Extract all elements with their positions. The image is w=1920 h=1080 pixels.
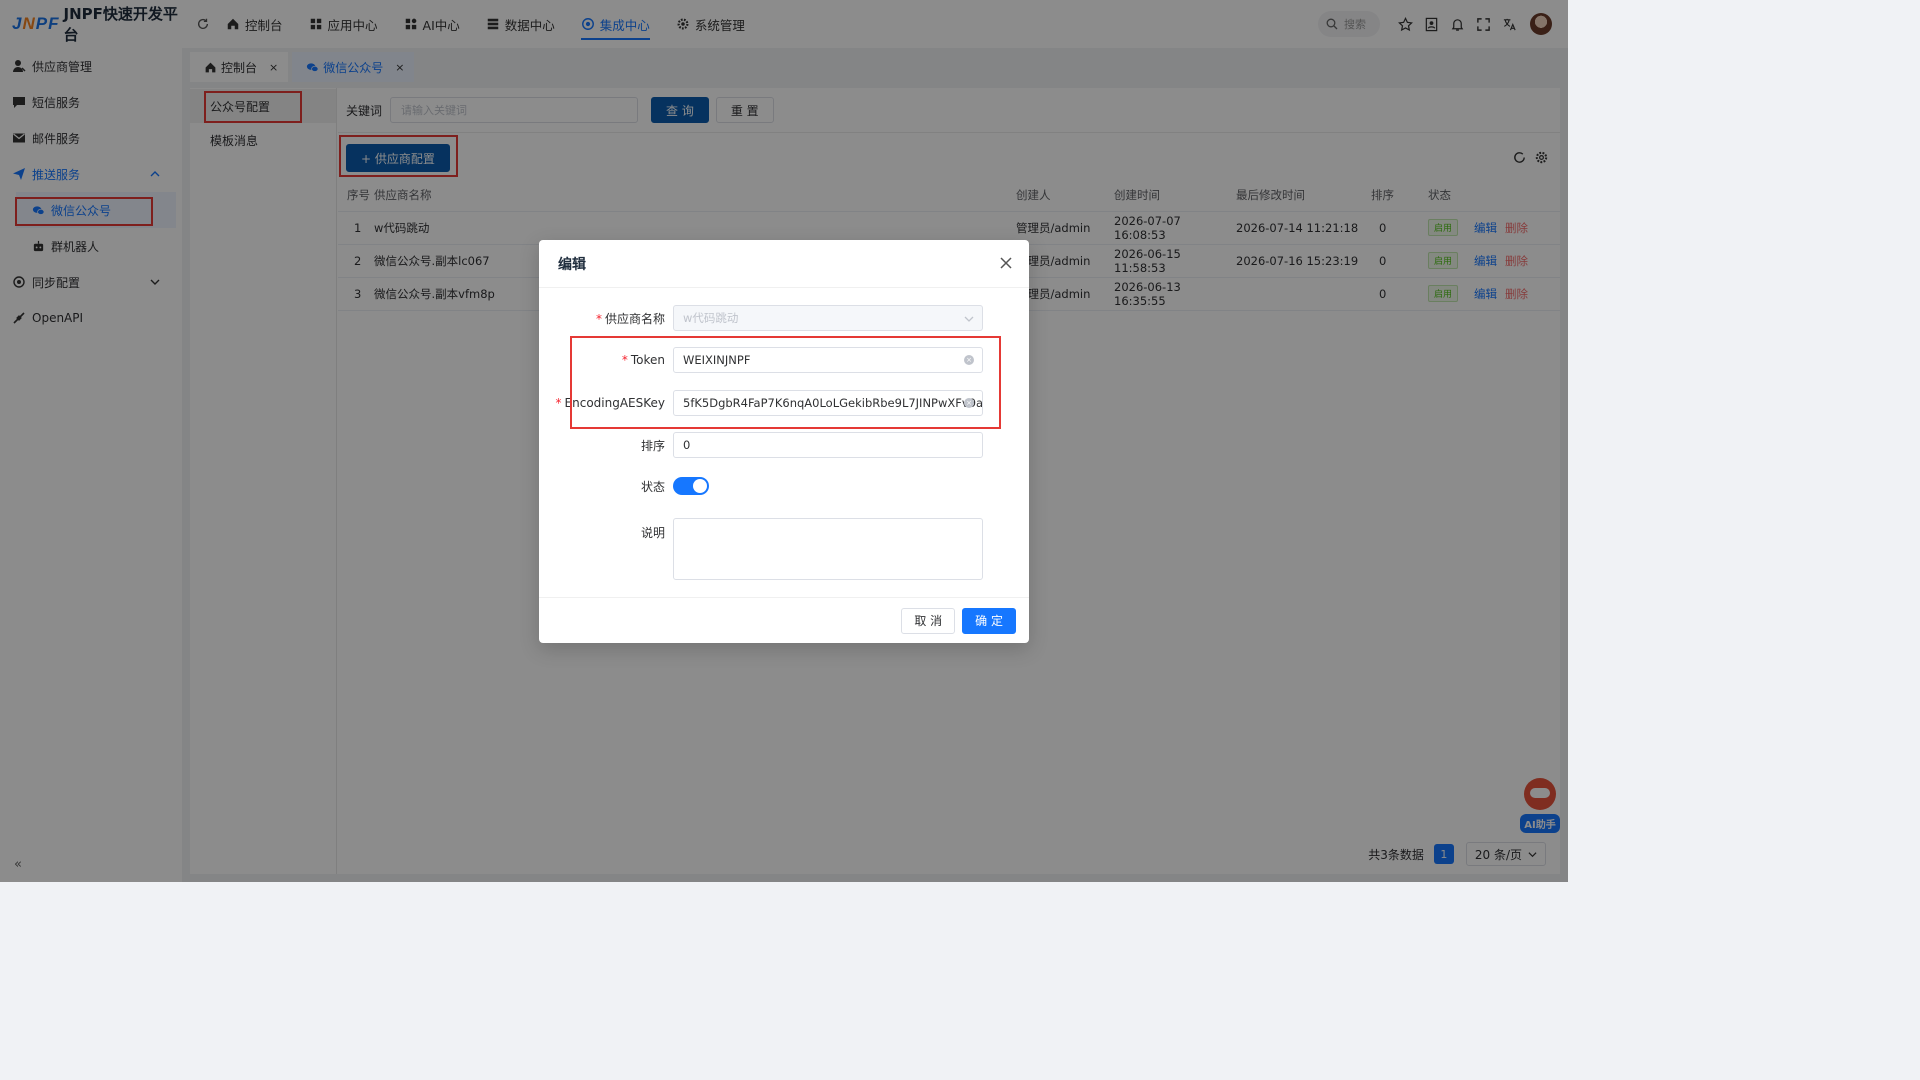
form-row-token: * Token WEIXINJNPF × [539,347,1029,373]
form-row-description: 说明 [539,518,1029,580]
dialog-header: 编辑 [539,240,1029,288]
cancel-button[interactable]: 取 消 [901,607,956,634]
form-row-supplier: * 供应商名称 w代码跳动 [539,305,1029,331]
clear-icon[interactable]: × [964,398,974,408]
dialog-title: 编辑 [558,256,586,273]
form-row-aes-key: * EncodingAESKey 5fK5DgbR4FaP7K6nqA0LoLGe… [539,390,1029,416]
supplier-label: * 供应商名称 [595,311,665,326]
edit-dialog: 编辑 * 供应商名称 w代码跳动 * Token WEIXINJNPF × * Enc… [539,240,1029,643]
status-toggle[interactable] [673,477,709,495]
description-label: 说明 [640,526,665,540]
confirm-button[interactable]: 确 定 [962,607,1016,634]
form-row-status: 状态 [539,477,1029,495]
supplier-select-value: w代码跳动 [683,311,739,325]
sort-input-value: 0 [683,438,691,452]
aes-key-input-value: 5fK5DgbR4FaP7K6nqA0LoLGekibRbe9L7JINPwXF… [683,396,984,410]
token-label: * Token [621,353,665,367]
status-label: 状态 [640,479,665,494]
close-icon[interactable] [999,256,1013,270]
aes-key-label: * EncodingAESKey [555,396,665,410]
token-input-value: WEIXINJNPF [683,353,751,367]
chevron-down-icon [964,316,974,322]
dialog-footer: 取 消 确 定 [539,597,1029,643]
form-row-sort: 排序 0 [539,432,1029,458]
aes-key-input[interactable]: 5fK5DgbR4FaP7K6nqA0LoLGekibRbe9L7JINPwXF… [673,390,983,416]
supplier-select: w代码跳动 [673,305,983,331]
sort-input[interactable]: 0 [673,432,983,458]
token-input[interactable]: WEIXINJNPF × [673,347,983,373]
sort-label: 排序 [640,438,665,453]
clear-icon[interactable]: × [964,355,974,365]
description-textarea[interactable] [673,518,983,580]
